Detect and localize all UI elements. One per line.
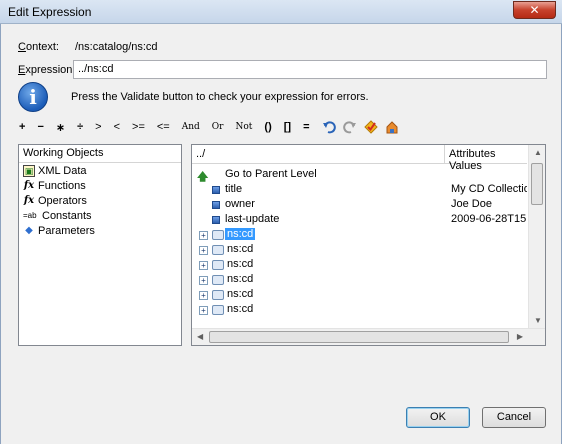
dialog-body: Context: /ns:catalog/ns:cd Expression: .…: [0, 24, 562, 444]
element-icon: [212, 260, 224, 270]
op-not-button[interactable]: Not: [235, 122, 252, 132]
parameter-icon: ◆: [25, 224, 33, 236]
working-object-functions[interactable]: fx Functions: [19, 178, 181, 193]
working-object-label: Parameters: [38, 224, 95, 237]
info-icon: i: [18, 82, 48, 112]
attribute-name: last-update: [225, 213, 280, 225]
element-icon: [212, 290, 224, 300]
working-object-parameters[interactable]: ◆ Parameters: [19, 223, 181, 238]
element-row[interactable]: + ns:cd: [192, 258, 527, 273]
vertical-scrollbar[interactable]: ▲ ▼: [528, 145, 545, 328]
attribute-row[interactable]: last-update 2009-06-28T15:3...: [192, 213, 527, 228]
attributes-column-header[interactable]: Attributes Values: [445, 145, 527, 172]
element-label: ns:cd: [227, 303, 254, 315]
element-row[interactable]: + ns:cd: [192, 303, 527, 318]
operator-toolbar: + − ∗ ÷ > < >= <= And Or Not () [] =: [19, 117, 406, 137]
vertical-scroll-thumb[interactable]: [531, 163, 543, 205]
element-row-selected[interactable]: + ns:cd: [192, 228, 527, 243]
op-and-button[interactable]: And: [182, 122, 200, 132]
working-object-label: Functions: [38, 179, 86, 192]
working-object-label: Operators: [38, 194, 87, 207]
element-label: ns:cd: [227, 258, 254, 270]
xml-tree-panel: ../ Attributes Values 🡅 Go to Parent Lev…: [191, 144, 546, 346]
element-icon: [212, 230, 224, 240]
working-objects-panel: Working Objects ▣ XML Data fx Functions …: [18, 144, 182, 346]
working-object-label: Constants: [42, 209, 92, 222]
operator-icon: fx: [23, 194, 35, 206]
scroll-left-icon[interactable]: ◀: [197, 332, 203, 341]
working-object-label: XML Data: [38, 164, 87, 177]
undo-icon[interactable]: [322, 120, 336, 134]
element-label: ns:cd: [227, 243, 254, 255]
expand-icon[interactable]: +: [199, 276, 208, 285]
attribute-icon: [212, 186, 220, 194]
parent-level-row[interactable]: 🡅 Go to Parent Level: [192, 168, 527, 183]
element-row[interactable]: + ns:cd: [192, 288, 527, 303]
element-label: ns:cd: [225, 228, 256, 240]
op-or-button[interactable]: Or: [212, 122, 224, 132]
element-label: ns:cd: [227, 273, 254, 285]
close-button[interactable]: ✕: [513, 1, 556, 19]
element-row[interactable]: + ns:cd: [192, 273, 527, 288]
op-minus-button[interactable]: −: [37, 121, 43, 133]
attribute-row[interactable]: owner Joe Doe: [192, 198, 527, 213]
op-plus-button[interactable]: +: [19, 121, 25, 133]
close-icon: ✕: [529, 3, 540, 17]
scroll-up-icon[interactable]: ▲: [534, 148, 542, 157]
op-brackets-button[interactable]: []: [284, 121, 291, 133]
element-icon: [212, 305, 224, 315]
attribute-icon: [212, 201, 220, 209]
element-icon: [212, 245, 224, 255]
working-object-operators[interactable]: fx Operators: [19, 193, 181, 208]
ok-button[interactable]: OK: [406, 407, 470, 428]
home-icon[interactable]: [385, 120, 399, 134]
info-message: Press the Validate button to check your …: [71, 91, 369, 103]
parent-level-label: Go to Parent Level: [225, 168, 317, 180]
scroll-right-icon[interactable]: ▶: [517, 332, 523, 341]
op-divide-button[interactable]: ÷: [77, 121, 83, 133]
op-parens-button[interactable]: (): [264, 121, 271, 133]
context-label: Context:: [18, 41, 59, 53]
op-greater-equal-button[interactable]: >=: [132, 121, 145, 133]
horizontal-scrollbar[interactable]: ◀ ▶: [192, 328, 545, 345]
scroll-down-icon[interactable]: ▼: [534, 316, 542, 325]
op-less-button[interactable]: <: [114, 121, 120, 133]
attribute-value: Joe Doe: [451, 198, 492, 210]
attribute-row[interactable]: title My CD Collection: [192, 183, 527, 198]
working-objects-header: Working Objects: [19, 145, 181, 163]
xml-data-icon: ▣: [23, 164, 35, 177]
context-value: /ns:catalog/ns:cd: [75, 41, 158, 53]
element-row[interactable]: + ns:cd: [192, 243, 527, 258]
attribute-value: 2009-06-28T15:3...: [451, 213, 527, 225]
expression-label: Expression:: [18, 64, 76, 76]
expand-icon[interactable]: +: [199, 306, 208, 315]
constant-icon: =ab: [23, 210, 37, 220]
expand-icon[interactable]: +: [199, 246, 208, 255]
expand-icon[interactable]: +: [199, 291, 208, 300]
path-column-header[interactable]: ../: [192, 145, 445, 164]
horizontal-scroll-thumb[interactable]: [209, 331, 509, 343]
op-multiply-button[interactable]: ∗: [56, 121, 65, 134]
validate-icon[interactable]: [363, 120, 378, 134]
attribute-value: My CD Collection: [451, 183, 527, 195]
cancel-button[interactable]: Cancel: [482, 407, 546, 428]
op-equals-button[interactable]: =: [303, 121, 309, 133]
attribute-name: owner: [225, 198, 255, 210]
expression-input[interactable]: ../ns:cd: [73, 60, 547, 79]
working-object-constants[interactable]: =ab Constants: [19, 208, 181, 223]
function-icon: fx: [23, 179, 35, 191]
window-title: Edit Expression: [8, 5, 92, 19]
element-label: ns:cd: [227, 288, 254, 300]
op-greater-button[interactable]: >: [95, 121, 101, 133]
attribute-name: title: [225, 183, 243, 195]
expand-icon[interactable]: +: [199, 261, 208, 270]
op-less-equal-button[interactable]: <=: [157, 121, 170, 133]
element-icon: [212, 275, 224, 285]
working-object-xml-data[interactable]: ▣ XML Data: [19, 163, 181, 178]
title-bar: Edit Expression ✕: [0, 0, 562, 24]
redo-icon[interactable]: [342, 120, 357, 134]
expand-icon[interactable]: +: [199, 231, 208, 240]
attribute-icon: [212, 216, 220, 224]
